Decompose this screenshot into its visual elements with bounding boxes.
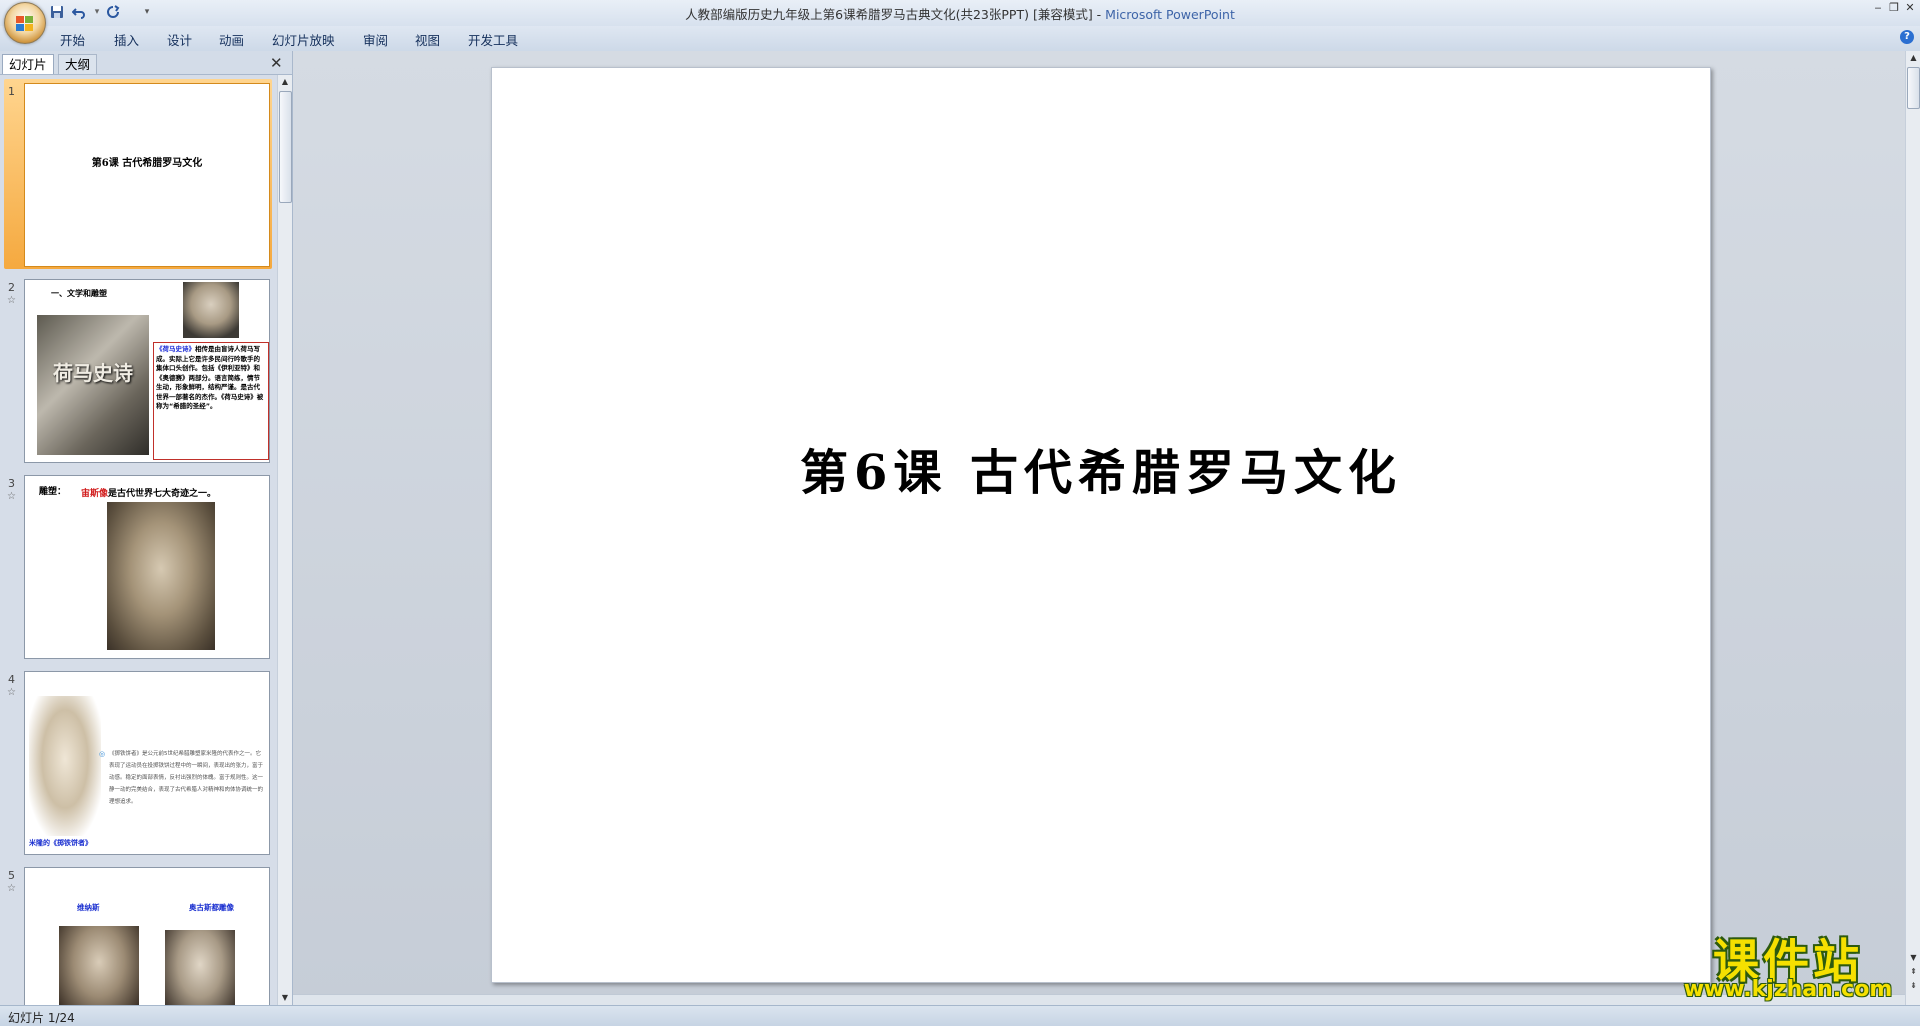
animation-star-icon: ☆ [7,687,16,698]
previous-slide-icon[interactable]: ⇞ [1906,965,1920,978]
thumbnail-scrollbar[interactable]: ▲ ▼ [277,75,292,1005]
thumbnail-textbox: 《荷马史诗》相传是由盲诗人荷马写成。实际上它是许多民间行吟歌手的集体口头创作。包… [153,342,269,460]
thumbnail-caption: 米隆的《掷铁饼者》 [29,839,92,847]
slide-number: 1 [8,85,15,98]
slide-counter: 幻灯片 1/24 [8,1011,75,1025]
animation-star-icon: ☆ [7,295,16,306]
office-logo-icon [16,16,33,31]
title-text: 是古代世界七大奇迹之一。 [108,489,217,499]
scroll-thumb[interactable] [279,91,292,203]
scroll-up-icon[interactable]: ▲ [278,75,292,89]
pane-tab-bar: 幻灯片 大纲 ✕ [0,51,292,75]
document-title: 人教部编版历史九年级上第6课希腊罗马古典文化(共23张PPT) [兼容模式] [685,7,1093,22]
slide-scrollbar[interactable]: ▲ ▼ ⇞ ⇟ [1905,51,1920,1005]
tab-design[interactable]: 设计 [167,30,192,49]
slide-preview: 第6课 古代希腊罗马文化 [24,83,270,267]
scroll-down-icon[interactable]: ▼ [1906,951,1920,964]
slide-thumbnail-4[interactable]: 4 ☆ ◎ 《掷铁饼者》是公元前5世纪希腊雕塑家米隆的代表作之一。它表现了运动员… [4,667,272,857]
title-highlight: 宙斯像 [81,489,109,499]
thumbnail-label-right: 奥古斯都雕像 [189,903,234,912]
minimize-button[interactable]: ‒ [1870,1,1886,15]
tab-developer[interactable]: 开发工具 [468,30,518,49]
thumbnail-list: 1 第6课 古代希腊罗马文化 2 ☆ 一、文学和雕塑 荷马史诗 《荷马史诗》相传… [0,75,277,1005]
slide-number: 4 [8,673,15,686]
venus-image [59,926,139,1005]
watermark-url: www.kjzhan.com [1683,977,1893,1002]
tab-slideshow[interactable]: 幻灯片放映 [272,30,335,49]
current-slide[interactable]: 第6课 古代希腊罗马文化 [491,67,1711,983]
ribbon-tab-bar: 开始 插入 设计 动画 幻灯片放映 审阅 视图 开发工具 ? [0,26,1920,52]
slides-pane: 幻灯片 大纲 ✕ 1 第6课 古代希腊罗马文化 2 ☆ 一、文学和雕塑 荷马史诗… [0,51,293,1005]
next-slide-icon[interactable]: ⇟ [1906,979,1920,992]
slide-thumbnail-1[interactable]: 1 第6课 古代希腊罗马文化 [4,79,272,269]
thumbnail-title: 宙斯像是古代世界七大奇迹之一。 [81,486,216,499]
scroll-thumb[interactable] [1907,67,1920,109]
slide-preview: 雕塑： 宙斯像是古代世界七大奇迹之一。 [24,475,270,659]
tab-outline[interactable]: 大纲 [58,54,98,74]
slide-title[interactable]: 第6课 古代希腊罗马文化 [492,433,1710,503]
thumbnail-label-left: 维纳斯 [77,903,100,912]
thumbnail-title: 第6课 古代希腊罗马文化 [91,158,203,169]
status-bar: 幻灯片 1/24 [0,1005,1920,1026]
slide-preview: 维纳斯 奥古斯都雕像 [24,867,270,1005]
close-button[interactable]: ✕ [1902,1,1918,15]
image-caption: 荷马史诗 [53,361,133,385]
tab-animations[interactable]: 动画 [219,30,244,49]
slide-number: 3 [8,477,15,490]
animation-star-icon: ☆ [7,491,16,502]
scroll-up-icon[interactable]: ▲ [1906,51,1920,64]
slide-canvas: 第6课 古代希腊罗马文化 [293,51,1905,1005]
thumbnail-heading: 一、文学和雕塑 [51,289,107,298]
office-button[interactable] [4,2,46,44]
slide-number: 2 [8,281,15,294]
title-separator: - [1092,7,1106,22]
tab-insert[interactable]: 插入 [114,30,139,49]
zeus-statue-image [107,502,215,650]
tab-slides[interactable]: 幻灯片 [2,54,54,74]
tab-review[interactable]: 审阅 [363,30,388,49]
restore-button[interactable]: ❐ [1886,1,1902,15]
help-icon[interactable]: ? [1900,30,1914,44]
augustus-image [165,930,235,1005]
homer-bust-image [183,282,239,338]
title-bar: ▾ ▾ 人教部编版历史九年级上第6课希腊罗马古典文化(共23张PPT) [兼容模… [0,0,1920,26]
thumbnail-label: 雕塑： [39,487,67,497]
tab-home[interactable]: 开始 [60,30,85,49]
slide-thumbnail-2[interactable]: 2 ☆ 一、文学和雕塑 荷马史诗 《荷马史诗》相传是由盲诗人荷马写成。实际上它是… [4,275,272,465]
slide-number: 5 [8,869,15,882]
slide-preview: ◎ 《掷铁饼者》是公元前5世纪希腊雕塑家米隆的代表作之一。它表现了运动员在投掷铁… [24,671,270,855]
scroll-down-icon[interactable]: ▼ [278,991,292,1005]
slide-preview: 一、文学和雕塑 荷马史诗 《荷马史诗》相传是由盲诗人荷马写成。实际上它是许多民间… [24,279,270,463]
bullet-icon: ◎ [99,750,106,758]
close-pane-icon[interactable]: ✕ [270,54,283,72]
thumbnail-text: 相传是由盲诗人荷马写成。实际上它是许多民间行吟歌手的集体口头创作。包括《伊利亚特… [156,345,264,410]
tab-view[interactable]: 视图 [415,30,440,49]
homer-epic-image: 荷马史诗 [37,315,149,455]
slide-thumbnail-3[interactable]: 3 ☆ 雕塑： 宙斯像是古代世界七大奇迹之一。 [4,471,272,661]
app-name: Microsoft PowerPoint [1105,7,1235,22]
slide-thumbnail-5[interactable]: 5 ☆ 维纳斯 奥古斯都雕像 [4,863,272,1005]
text-highlight: 《荷马史诗》 [156,345,195,353]
thumbnail-text: 《掷铁饼者》是公元前5世纪希腊雕塑家米隆的代表作之一。它表现了运动员在投掷铁饼过… [109,751,264,805]
watermark-logo: 课件站 www.kjzhan.com [1668,925,1908,1005]
discus-thrower-image [29,696,101,836]
window-title: 人教部编版历史九年级上第6课希腊罗马古典文化(共23张PPT) [兼容模式] -… [0,4,1920,23]
animation-star-icon: ☆ [7,883,16,894]
